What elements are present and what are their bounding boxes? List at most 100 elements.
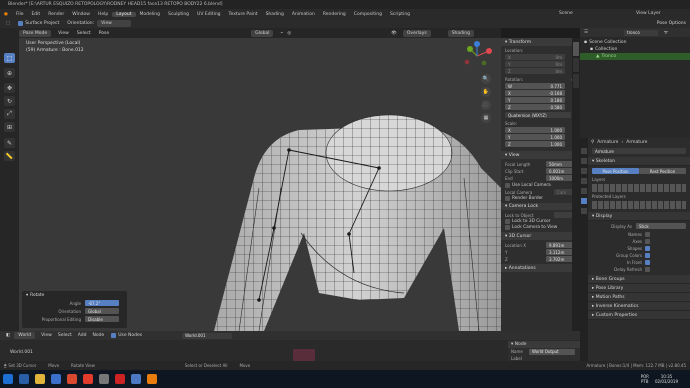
rot-y-field[interactable]: Y 0.186 (505, 97, 565, 103)
layers-grid[interactable] (592, 184, 686, 192)
workspace-tab-sculpting[interactable]: Sculpting (164, 12, 193, 17)
view-section-header[interactable]: ▾ View (501, 151, 580, 159)
outliner-item-tronco[interactable]: ▲ Tronco (580, 53, 690, 60)
rot-x-field[interactable]: X -0.168 (505, 90, 565, 96)
menu-window[interactable]: Window (68, 12, 94, 17)
display-toggle-row[interactable]: Names (588, 231, 690, 238)
tab-item[interactable] (573, 42, 579, 56)
tab-tool[interactable] (573, 58, 579, 72)
output-tab-icon[interactable] (581, 168, 587, 174)
scale-y-field[interactable]: Y 1.000 (505, 134, 565, 140)
object-tab-icon[interactable] (581, 188, 587, 194)
bone-tab-icon[interactable] (581, 208, 587, 214)
windows-start-icon[interactable] (3, 374, 13, 384)
overlays-dropdown[interactable]: Overlays (402, 29, 431, 37)
scale-x-field[interactable]: X 1.000 (505, 127, 565, 133)
orientation-field[interactable]: Global (85, 308, 119, 314)
view-layer-selector[interactable]: View Layer (632, 11, 665, 16)
navigation-gizmo[interactable] (459, 41, 495, 71)
pose-menu[interactable]: Pose (99, 31, 109, 36)
collapsed-section[interactable]: ▸ Motion Paths (588, 293, 690, 302)
blender-taskbar-icon[interactable] (147, 374, 157, 384)
display-as-dropdown[interactable]: Stick (636, 223, 686, 229)
workspace-tab-animation[interactable]: Animation (288, 12, 319, 17)
rot-z-field[interactable]: Z 0.580 (505, 104, 565, 110)
filter-icon[interactable]: ⛛ (664, 30, 668, 36)
visibility-icon[interactable]: 👁 (391, 31, 397, 36)
scale-icon[interactable]: ⤢ (4, 109, 15, 119)
camera-lock-header[interactable]: ▾ Camera Lock (501, 203, 580, 210)
grid-icon[interactable]: ▦ (481, 113, 491, 123)
armature-name-field[interactable]: Armature (592, 148, 686, 154)
ie-icon[interactable] (19, 374, 29, 384)
loc-y-field[interactable]: Y 0m (505, 61, 565, 67)
collapsed-section[interactable]: ▸ Bone Groups (588, 275, 690, 284)
orientation-dropdown[interactable]: View (97, 20, 132, 27)
mode-dropdown[interactable]: Pose Mode (19, 29, 52, 37)
display-toggle-row[interactable]: Delay Refresh (588, 266, 690, 273)
workspace-tab-uv[interactable]: UV Editing (193, 12, 224, 17)
collapsed-section[interactable]: ▸ Custom Properties (588, 311, 690, 320)
use-nodes-checkbox[interactable] (111, 333, 117, 338)
collapsed-section[interactable]: ▸ Pose Library (588, 284, 690, 293)
scene-tab-icon[interactable] (581, 178, 587, 184)
world-datablock-field[interactable]: World.001 (182, 332, 233, 339)
menu-render[interactable]: Render (44, 12, 68, 17)
workspace-tab-compositing[interactable]: Compositing (350, 12, 386, 17)
youtube-icon[interactable] (83, 374, 93, 384)
photo-icon[interactable] (131, 374, 141, 384)
scene-selector[interactable]: Scene (555, 11, 577, 16)
display-section[interactable]: ▾ Display (588, 212, 690, 221)
display-toggle-row[interactable]: Shapes (588, 245, 690, 252)
magnet-icon[interactable]: ⌁ (280, 31, 283, 36)
display-toggle-checkbox[interactable] (645, 239, 650, 244)
media-icon[interactable] (115, 374, 125, 384)
render-border-checkbox[interactable] (505, 196, 510, 201)
clock[interactable]: 10:35 02/03/2019 (655, 374, 678, 384)
render-tab-icon[interactable] (581, 158, 587, 164)
outliner-item-collection[interactable]: ▪ Collection (580, 46, 690, 53)
scale-z-field[interactable]: Z 1.000 (505, 141, 565, 147)
blender-logo-icon[interactable]: ● (0, 12, 12, 17)
transform-orientation-dropdown[interactable]: Global (251, 29, 274, 37)
move-icon[interactable]: ✥ (4, 83, 15, 93)
editor-type-icon[interactable]: ◧ (6, 333, 10, 338)
loc-x-field[interactable]: X 0m (505, 54, 565, 60)
skeleton-section[interactable]: ▾ Skeleton (588, 157, 690, 166)
select-box-icon[interactable]: ⬚ (4, 53, 15, 63)
keyboard-layout[interactable]: PTB (641, 379, 649, 384)
proportional-icon[interactable]: ◎ (287, 31, 291, 36)
collapsed-section[interactable]: ▸ Inverse Kinematics (588, 302, 690, 311)
loc-z-field[interactable]: Z 0m (505, 68, 565, 74)
display-toggle-row[interactable]: In Front (588, 259, 690, 266)
node-node-menu[interactable]: Node (92, 333, 104, 338)
folder-icon[interactable] (35, 374, 45, 384)
outliner-type-icon[interactable]: ☰ (584, 30, 588, 35)
world-output-node[interactable] (293, 349, 315, 361)
select-menu[interactable]: Select (77, 31, 91, 36)
rest-position-button[interactable]: Rest Position (639, 168, 686, 174)
protected-layers-grid[interactable] (592, 201, 686, 209)
cursor-icon[interactable]: ⊕ (4, 68, 15, 78)
chrome-icon[interactable] (67, 374, 77, 384)
rot-w-field[interactable]: W 0.771 (505, 83, 565, 89)
rotation-type-dropdown[interactable]: Quaternion (WXYZ) (505, 112, 571, 118)
rotate-icon[interactable]: ↻ (4, 96, 15, 106)
display-toggle-checkbox[interactable] (645, 232, 650, 237)
lock-camera-to-view-checkbox[interactable] (505, 225, 510, 230)
lock-to-3d-cursor-checkbox[interactable] (505, 219, 510, 224)
shading-dropdown[interactable]: Shading (447, 29, 474, 37)
outliner-search-input[interactable]: tronco (624, 29, 659, 36)
camera-icon[interactable]: 🎥 (481, 100, 491, 110)
display-toggle-row[interactable]: Axes (588, 238, 690, 245)
annotate-icon[interactable]: ✎ (4, 138, 15, 148)
display-toggle-checkbox[interactable] (645, 246, 650, 251)
tab-view[interactable] (573, 74, 579, 88)
zoom-icon[interactable]: 🔍 (481, 74, 491, 84)
surface-project-checkbox[interactable] (18, 21, 24, 26)
tool-icon[interactable]: ⬚ (6, 21, 10, 26)
transform-section-header[interactable]: ▾ Transform (501, 38, 580, 46)
shader-type-dropdown[interactable]: World (14, 332, 36, 339)
menu-edit[interactable]: Edit (27, 12, 44, 17)
3d-viewport[interactable]: User Perspective (Local) (59) Armature :… (19, 38, 501, 331)
